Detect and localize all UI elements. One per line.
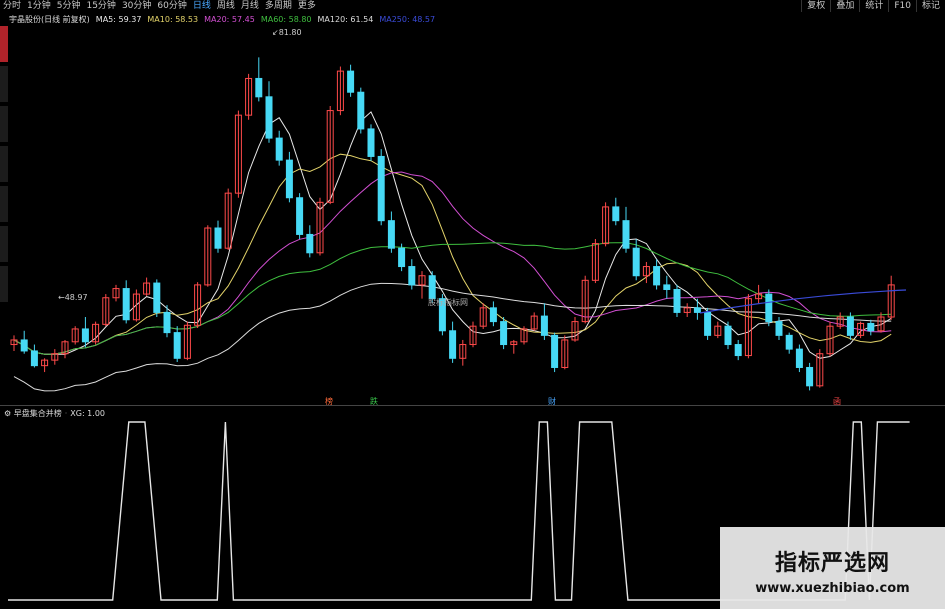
candle-body <box>500 321 508 346</box>
candle-body <box>449 330 457 359</box>
ma5-line <box>13 111 892 359</box>
candle-body <box>693 307 701 313</box>
stock-title: 宇晶股份(日线 前复权) <box>9 14 90 24</box>
tab-period-5[interactable]: 60分钟 <box>154 0 189 12</box>
ma10-label: MA10: 58.53 <box>147 14 199 24</box>
candle-body <box>775 321 783 336</box>
tab-period-1[interactable]: 1分钟 <box>24 0 54 12</box>
candle-body <box>765 293 773 323</box>
ma250-label: MA250: 48.57 <box>379 14 436 24</box>
settings-icon[interactable]: ⚙ <box>4 409 11 418</box>
candle-body <box>408 266 416 286</box>
candle-body <box>214 227 222 249</box>
tab-period-0[interactable]: 分时 <box>0 0 24 12</box>
ma-legend: 宇晶股份(日线 前复权) MA5: 59.37 MA10: 58.53 MA20… <box>0 13 441 25</box>
candle-body <box>398 247 406 268</box>
tab-period-7[interactable]: 周线 <box>214 0 238 12</box>
tool-button-2[interactable]: 统计 <box>859 0 888 12</box>
candle-body <box>347 70 355 93</box>
tab-period-4[interactable]: 30分钟 <box>119 0 154 12</box>
candle-body <box>795 348 803 368</box>
watermark: 指标严选网 www.xuezhibiao.com <box>720 527 945 609</box>
chart-center-label: 股标指标网 <box>428 298 468 307</box>
panel-divider[interactable] <box>0 405 945 406</box>
candle-body <box>296 197 304 235</box>
candle-body <box>367 128 375 157</box>
watermark-url: www.xuezhibiao.com <box>755 581 910 596</box>
tool-button-0[interactable]: 复权 <box>801 0 830 12</box>
ma20-label: MA20: 57.45 <box>204 14 255 24</box>
candle-body <box>428 275 436 300</box>
left-side-tabs <box>0 26 9 326</box>
candle-body <box>285 159 293 199</box>
candle-body <box>357 91 365 130</box>
candle-body <box>275 137 283 161</box>
period-tabs: 分时 1分钟 5分钟 15分钟 30分钟 60分钟 日线 周线 月线 多周期 更多 <box>0 0 319 12</box>
indicator-value: XG: 1.00 <box>70 409 105 418</box>
side-tab[interactable] <box>0 146 8 183</box>
high-price-label: ↙81.80 <box>272 28 302 37</box>
indicator-name[interactable]: 早盘集合并榜 <box>14 409 62 418</box>
candle-body <box>387 220 395 249</box>
candle-body <box>122 288 130 321</box>
candle-body <box>306 233 314 254</box>
candle-body <box>153 282 161 313</box>
candle-body <box>734 344 742 357</box>
candle-body <box>255 77 263 98</box>
candle-body <box>653 266 661 286</box>
side-tab[interactable] <box>0 66 8 103</box>
candle-body <box>163 311 171 334</box>
candle-body <box>806 366 814 387</box>
tool-button-3[interactable]: F10 <box>888 0 916 12</box>
side-tab[interactable] <box>0 226 8 263</box>
candle-body <box>81 328 89 343</box>
side-tab[interactable] <box>0 106 8 143</box>
candle-body <box>867 322 875 332</box>
tool-button-1[interactable]: 叠加 <box>830 0 859 12</box>
tool-button-4[interactable]: 标记 <box>915 0 945 12</box>
candle-body <box>622 220 630 249</box>
side-tab[interactable] <box>0 266 8 303</box>
candle-body <box>704 311 712 336</box>
candle-body <box>377 155 385 222</box>
ma5-label: MA5: 59.37 <box>95 14 142 24</box>
period-toolbar: 分时 1分钟 5分钟 15分钟 30分钟 60分钟 日线 周线 月线 多周期 更多 复权 叠加 统计 F1… <box>0 0 945 12</box>
candle-body <box>173 332 181 359</box>
tab-period-2[interactable]: 5分钟 <box>54 0 84 12</box>
tab-period-10[interactable]: 更多 <box>295 0 319 12</box>
candle-body <box>612 206 620 222</box>
ma120-label: MA120: 61.54 <box>317 14 374 24</box>
indicator-legend: ⚙ 早盘集合并榜 · XG: 1.00 <box>4 409 105 418</box>
watermark-title: 指标严选网 <box>774 551 890 576</box>
candle-body <box>846 316 854 336</box>
tab-period-3[interactable]: 15分钟 <box>83 0 118 12</box>
candle-body <box>30 350 38 367</box>
stock-chart[interactable] <box>0 0 945 609</box>
candle-body <box>489 307 497 323</box>
candle-body <box>551 334 559 368</box>
candle-body <box>265 96 273 139</box>
side-tab[interactable] <box>0 26 8 63</box>
tab-period-9[interactable]: 多周期 <box>262 0 295 12</box>
ma60-label: MA60: 58.80 <box>260 14 312 24</box>
side-tab[interactable] <box>0 186 8 223</box>
candle-body <box>20 339 28 352</box>
ma250-line <box>699 289 907 314</box>
tool-buttons: 复权 叠加 统计 F10 标记 <box>801 0 945 12</box>
candle-body <box>663 284 671 290</box>
tab-period-8[interactable]: 月线 <box>238 0 262 12</box>
low-price-label: ←48.97 <box>58 293 88 302</box>
candle-body <box>673 288 681 313</box>
candle-body <box>724 325 732 346</box>
candle-body <box>540 315 548 336</box>
candle-body <box>785 334 793 350</box>
tab-period-6[interactable]: 日线 <box>190 0 214 12</box>
candle-body <box>632 247 640 277</box>
